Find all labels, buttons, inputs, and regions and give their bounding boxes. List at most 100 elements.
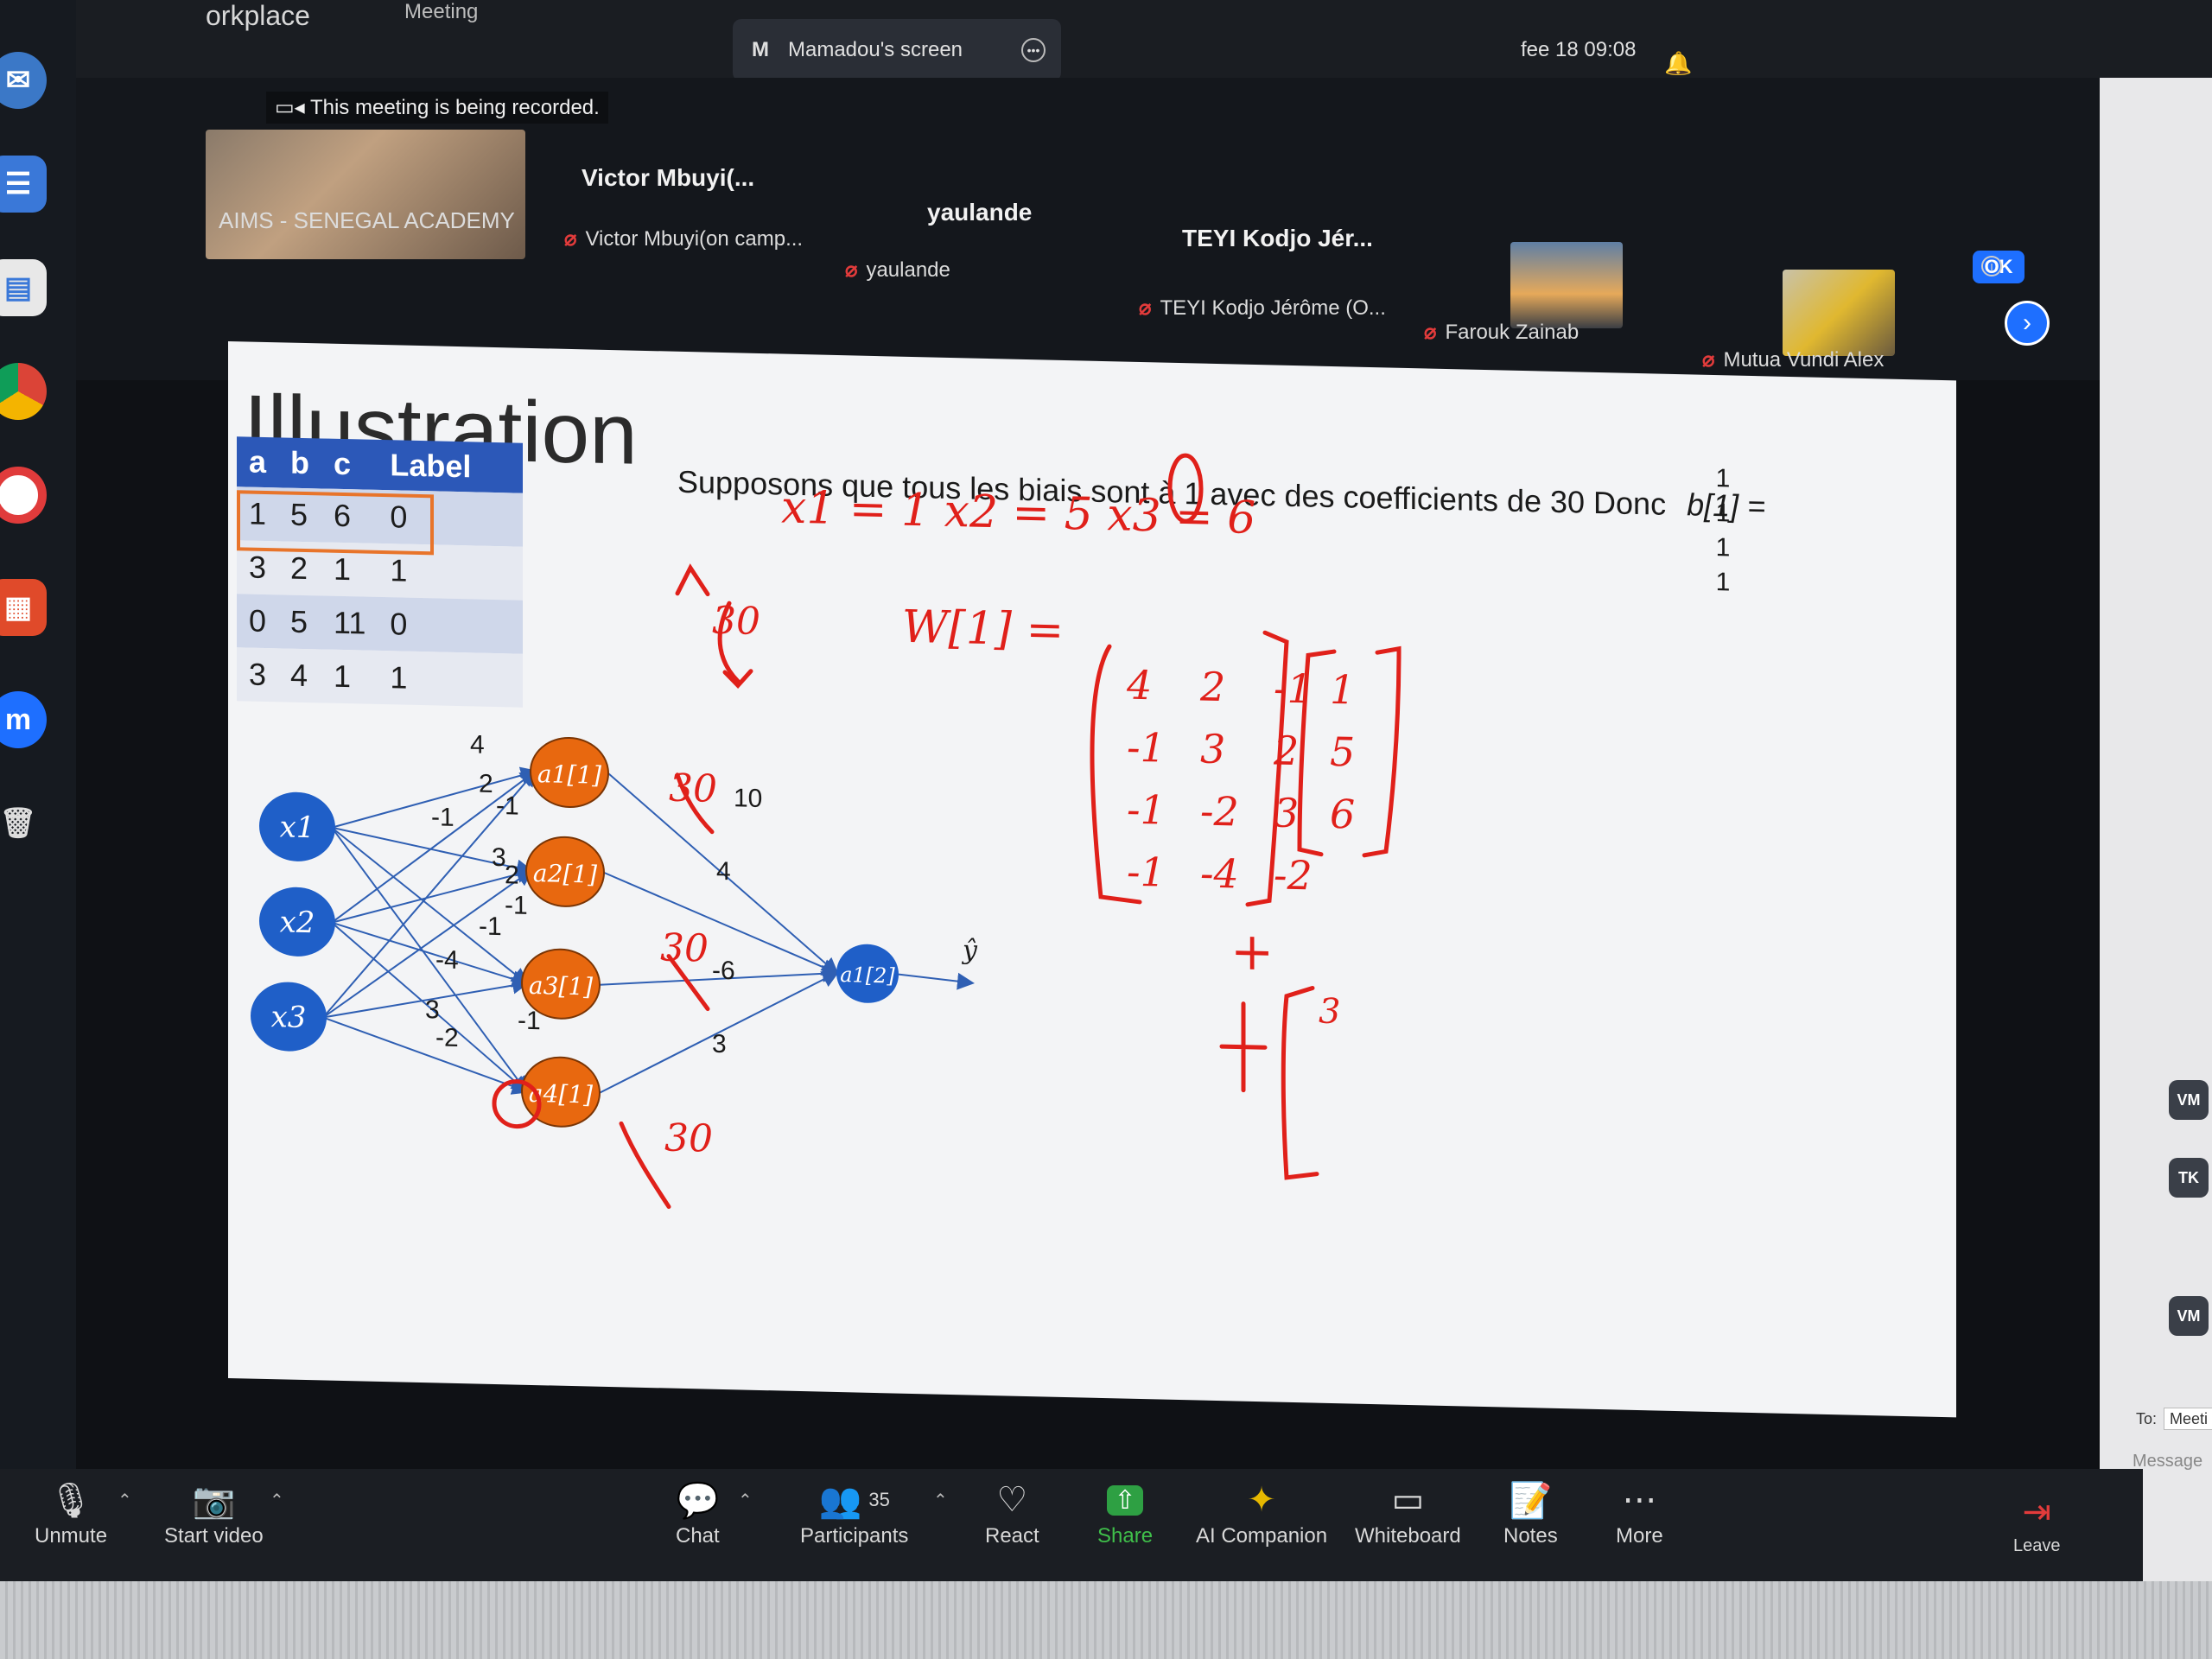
matrix-entry: 2 <box>1273 727 1299 774</box>
matrix-entry: -2 <box>1200 788 1239 836</box>
shared-screen: Illustration Supposons que tous les biai… <box>76 341 2098 1469</box>
vector-entry: 6 <box>1330 791 1355 838</box>
participant-label: AIMS - SENEGAL ACADEMY <box>219 207 515 233</box>
mic-muted-icon: ⌀ <box>1702 348 1715 372</box>
start-video-button[interactable]: 📷 Start video <box>164 1476 264 1548</box>
participant-gallery: ▭◂ This meeting is being recorded. AIMS … <box>76 78 2212 380</box>
edge-weight-label: 4 <box>470 730 485 759</box>
matrix-entry: -1 <box>1127 724 1166 772</box>
ai-companion-button[interactable]: ✦ AI Companion <box>1196 1476 1327 1548</box>
notes-button[interactable]: 📝 Notes <box>1503 1476 1558 1548</box>
output-node-label: a1[2] <box>840 963 895 988</box>
farouk-video-thumbnail[interactable] <box>1510 242 1623 328</box>
help-icon[interactable] <box>0 467 47 524</box>
matrix-entry: -2 <box>1274 851 1313 899</box>
mic-muted-icon: ⌀ <box>845 258 858 282</box>
input-node-label: x3 <box>271 1000 307 1035</box>
thunderbird-icon[interactable]: ✉ <box>0 52 47 109</box>
messenger-icon[interactable]: m <box>0 691 47 748</box>
screen-share-indicator[interactable]: M Mamadou's screen ••• <box>733 19 1061 81</box>
participant-label: ⌀ yaulande <box>845 258 950 282</box>
handwritten-text: x1 = 1 x2 = 5 x3 = 6 <box>781 482 1255 544</box>
input-node-label: x2 <box>280 905 315 940</box>
bell-icon[interactable]: 🔔 <box>1664 50 1692 77</box>
matrix-entry: -1 <box>1127 849 1166 896</box>
input-hidden-edge <box>322 1016 530 1095</box>
participant-label: ⌀ TEYI Kodjo Jérôme (O... <box>1139 296 1386 320</box>
chat-recipient[interactable]: To: Meeti <box>2136 1408 2212 1430</box>
handwritten-bias-note: 30 <box>660 925 709 970</box>
participants-count: 35 <box>868 1489 890 1510</box>
share-button[interactable]: ⇧ Share <box>1097 1476 1153 1548</box>
mic-muted-icon: ⌀ <box>1424 321 1437 344</box>
edge-weight-label: -1 <box>431 803 454 832</box>
participant-badge[interactable]: VM <box>2169 1080 2209 1120</box>
edge-weight-label: 2 <box>505 861 519 889</box>
more-icon: ⋯ <box>1622 1481 1657 1519</box>
edge-weight-label: -6 <box>712 957 735 986</box>
monitor-bezel <box>0 1581 2212 1659</box>
edge-weight-label: -1 <box>496 791 519 821</box>
edge-weight-label: -1 <box>505 891 528 920</box>
participant-badge[interactable]: TK <box>2169 1158 2209 1198</box>
slide: Illustration Supposons que tous les biai… <box>228 341 1956 1418</box>
aims-video-thumbnail[interactable] <box>206 130 525 259</box>
chat-options-caret[interactable]: ⌃ <box>738 1490 753 1511</box>
handwritten-bias-note: 30 <box>669 766 717 811</box>
recording-icon: ▭◂ <box>275 96 310 119</box>
mic-muted-icon: ⌀ <box>564 227 577 251</box>
heart-icon: ♡ <box>996 1481 1028 1519</box>
edge-weight-label: 3 <box>425 995 440 1024</box>
leave-button[interactable]: ⇥ Leave <box>2013 1488 2061 1556</box>
more-options-icon[interactable]: ••• <box>1021 38 1046 62</box>
participant-badge[interactable]: VM <box>2169 1296 2209 1336</box>
audio-options-caret[interactable]: ⌃ <box>118 1490 132 1511</box>
meeting-controls: 🎙 Unmute ⌃ 📷 Start video ⌃ 💬 Chat ⌃ 👥 35 Part… <box>0 1469 2143 1581</box>
chat-button[interactable]: 💬 Chat <box>676 1476 720 1548</box>
hidden-node-label: a2[1] <box>533 859 597 889</box>
mutua-video-thumbnail[interactable] <box>1783 270 1895 356</box>
notes-icon: 📝 <box>1509 1481 1553 1520</box>
chat-message-input[interactable]: Message <box>2133 1452 2202 1471</box>
handwritten-bias-note: 30 <box>712 599 760 644</box>
edge-weight-label: -1 <box>479 912 502 942</box>
chrome-icon[interactable] <box>0 363 47 420</box>
trash-icon[interactable]: 🗑 <box>0 795 47 852</box>
handwritten-plus: + <box>1230 921 1274 982</box>
document-viewer-icon[interactable]: ▤ <box>0 259 47 316</box>
output-edge <box>898 972 975 990</box>
next-page-button[interactable]: › <box>2005 301 2050 346</box>
leave-icon: ⇥ <box>2022 1493 2051 1531</box>
side-panel <box>2100 78 2212 1581</box>
participants-options-caret[interactable]: ⌃ <box>933 1490 948 1511</box>
presenter-initial: M <box>752 38 769 61</box>
app-dock: ✉ ☰ ▤ ▦ m 🗑 <box>0 0 76 1573</box>
participant-label: ⌀ Victor Mbuyi(on camp... <box>564 227 804 251</box>
unmute-button[interactable]: 🎙 Unmute <box>35 1476 107 1548</box>
whiteboard-button[interactable]: ▭ Whiteboard <box>1355 1476 1461 1548</box>
more-button[interactable]: ⋯ More <box>1616 1476 1663 1548</box>
edge-weight-label: 4 <box>716 857 731 886</box>
notes-app-icon[interactable]: ☰ <box>0 156 47 213</box>
matrix-entry: 3 <box>1200 726 1225 773</box>
handwritten-bias-note: 30 <box>664 1116 713 1160</box>
app-title: orkplace <box>206 0 310 31</box>
info-icon[interactable]: i <box>1981 256 2002 276</box>
participant-name: Victor Mbuyi(... <box>582 164 755 191</box>
output-label: ŷ <box>961 935 978 965</box>
presentation-app-icon[interactable]: ▦ <box>0 579 47 636</box>
hidden-node-label: a1[1] <box>537 760 601 790</box>
participant-label: ⌀ Mutua Vundi Alex <box>1702 348 1885 372</box>
mic-off-icon: 🎙 <box>48 1481 93 1520</box>
participants-button[interactable]: 👥 35 Participants <box>800 1476 908 1548</box>
meeting-top-bar: orkplace Meeting M Mamadou's screen ••• … <box>76 0 2212 81</box>
vector-entry: 1 <box>1330 666 1355 714</box>
matrix-entry: 2 <box>1199 664 1225 711</box>
video-options-caret[interactable]: ⌃ <box>270 1490 284 1511</box>
react-button[interactable]: ♡ React <box>985 1476 1039 1548</box>
whiteboard-icon: ▭ <box>1391 1481 1425 1519</box>
edge-weight-label: 10 <box>734 784 762 813</box>
screen-share-label: Mamadou's screen <box>788 38 963 61</box>
participant-name: yaulande <box>927 199 1033 226</box>
recording-notice: ▭◂ This meeting is being recorded. <box>266 92 608 124</box>
